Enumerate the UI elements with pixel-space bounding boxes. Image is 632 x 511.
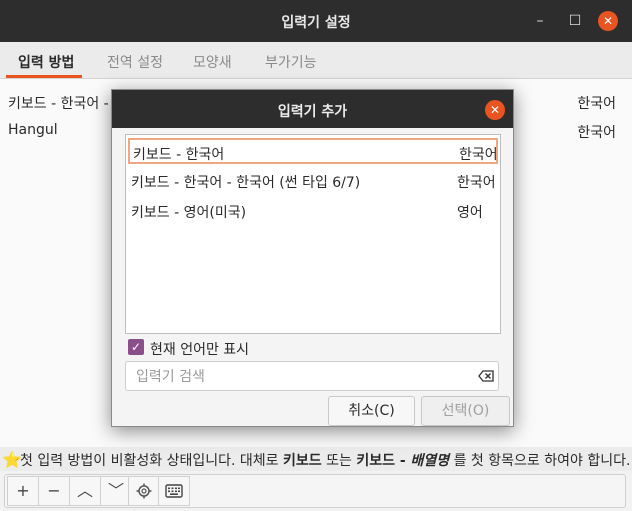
list-item-name: 키보드 - 한국어 <box>133 147 225 163</box>
tab-global-settings[interactable]: 전역 설정 <box>107 52 163 72</box>
search-input[interactable] <box>134 366 468 388</box>
keyboard-icon <box>165 484 183 498</box>
cancel-button[interactable]: 취소(C) <box>328 396 415 426</box>
dialog-title: 입력기 추가 <box>277 104 348 120</box>
method-row-name[interactable]: 키보드 - 한국어 - 한 <box>8 93 126 113</box>
tab-input-method[interactable]: 입력 방법 <box>18 52 74 72</box>
method-row-lang: 한국어 <box>577 125 616 141</box>
list-item[interactable]: 키보드 - 한국어 한국어 <box>128 138 498 164</box>
list-item-lang: 영어 <box>457 205 483 221</box>
method-row-name[interactable]: Hangul <box>8 122 58 138</box>
star-icon: ⭐ <box>2 450 22 469</box>
add-input-method-dialog: 입력기 추가 ✕ 키보드 - 한국어 한국어 키보드 - 한국어 - 한국어 (… <box>111 89 514 427</box>
list-item-name: 키보드 - 한국어 - 한국어 (썬 타입 6/7) <box>131 175 361 191</box>
list-item[interactable]: 키보드 - 영어(미국) 영어 <box>128 198 498 224</box>
search-box <box>125 361 499 391</box>
only-current-language-label[interactable]: 현재 언어만 표시 <box>150 339 249 359</box>
input-method-settings-window: 입력기 설정 – ☐ ✕ 입력 방법 전역 설정 모양새 부가기능 키보드 - … <box>0 0 632 511</box>
clear-search-icon[interactable] <box>478 368 494 384</box>
configure-button[interactable] <box>128 476 160 506</box>
maximize-icon[interactable]: ☐ <box>565 11 585 31</box>
move-up-button[interactable]: ︿ <box>69 476 101 506</box>
method-toolbar: + − ︿ ﹀ <box>4 474 626 508</box>
only-current-language-checkbox[interactable]: ✓ <box>128 339 144 355</box>
list-item[interactable]: 키보드 - 한국어 - 한국어 (썬 타입 6/7) 한국어 <box>128 168 498 194</box>
remove-button[interactable]: − <box>38 476 70 506</box>
select-button[interactable]: 선택(O) <box>421 396 510 426</box>
available-methods-list: 키보드 - 한국어 한국어 키보드 - 한국어 - 한국어 (썬 타입 6/7)… <box>125 134 501 334</box>
add-button[interactable]: + <box>7 476 39 506</box>
method-row-lang: 한국어 <box>577 96 616 112</box>
list-item-lang: 한국어 <box>459 147 498 163</box>
title-bar: 입력기 설정 – ☐ ✕ <box>0 0 632 43</box>
tab-bar: 입력 방법 전역 설정 모양새 부가기능 <box>0 42 632 79</box>
list-item-lang: 한국어 <box>457 175 496 191</box>
list-item-name: 키보드 - 영어(미국) <box>131 205 247 221</box>
keyboard-layout-button[interactable] <box>158 476 190 506</box>
tab-appearance[interactable]: 모양새 <box>193 52 232 72</box>
gear-icon <box>136 483 152 499</box>
dialog-title-bar: 입력기 추가 ✕ <box>112 90 513 128</box>
tab-addons[interactable]: 부가기능 <box>265 52 317 72</box>
warning-message: ⭐ 첫 입력 방법이 비활성화 상태입니다. 대체로 키보드 또는 키보드 - … <box>0 447 632 471</box>
active-tab-indicator <box>6 75 82 78</box>
dialog-close-icon[interactable]: ✕ <box>485 100 505 120</box>
warning-text: 첫 입력 방법이 비활성화 상태입니다. 대체로 키보드 또는 키보드 - 배열… <box>20 453 631 469</box>
minimize-icon[interactable]: – <box>530 11 550 31</box>
close-icon[interactable]: ✕ <box>598 11 618 31</box>
